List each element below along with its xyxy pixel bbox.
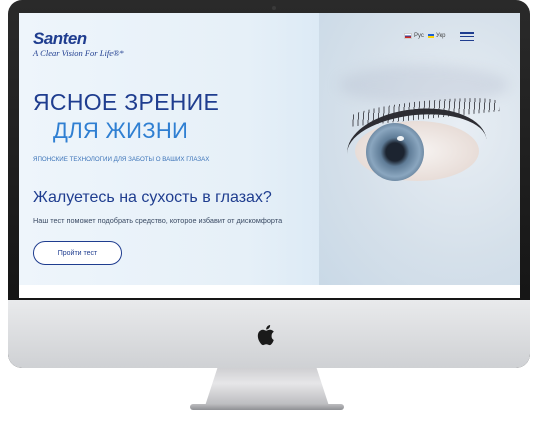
monitor-foot [190, 404, 344, 410]
hero-title-line1: ЯСНОЕ ЗРЕНИЕ [33, 89, 220, 115]
apple-icon [257, 325, 274, 346]
page-bottom-strip [19, 285, 520, 298]
logo-tagline: A Clear Vision For Life®* [33, 48, 124, 58]
ru-flag-icon [404, 33, 412, 39]
hero-question: Жалуетесь на сухость в глазах? [33, 189, 272, 206]
lang-switch-ru[interactable]: Рус [404, 33, 424, 39]
logo-wordmark: Santen [33, 29, 87, 48]
brand-logo[interactable]: Santen A Clear Vision For Life®* [33, 29, 124, 58]
camera-icon [272, 6, 276, 10]
hero-description: Наш тест поможет подобрать средство, кот… [33, 216, 283, 225]
lang-label-ua: Укр [436, 33, 446, 39]
monitor-stand [205, 368, 329, 406]
lang-label-ru: Рус [414, 33, 424, 39]
take-test-button[interactable]: Пройти тест [33, 241, 122, 265]
hero-subtitle: ЯПОНСКИЕ ТЕХНОЛОГИИ ДЛЯ ЗАБОТЫ О ВАШИХ Г… [33, 156, 210, 163]
imac-mockup: Santen A Clear Vision For Life®* Рус Укр… [0, 0, 533, 421]
website-screen: Santen A Clear Vision For Life®* Рус Укр… [19, 13, 520, 298]
hero-title-line2: ДЛЯ ЖИЗНИ [53, 118, 189, 143]
lang-switch-ua[interactable]: Укр [428, 33, 446, 39]
ua-flag-icon [428, 34, 434, 38]
hamburger-icon[interactable] [460, 32, 474, 42]
